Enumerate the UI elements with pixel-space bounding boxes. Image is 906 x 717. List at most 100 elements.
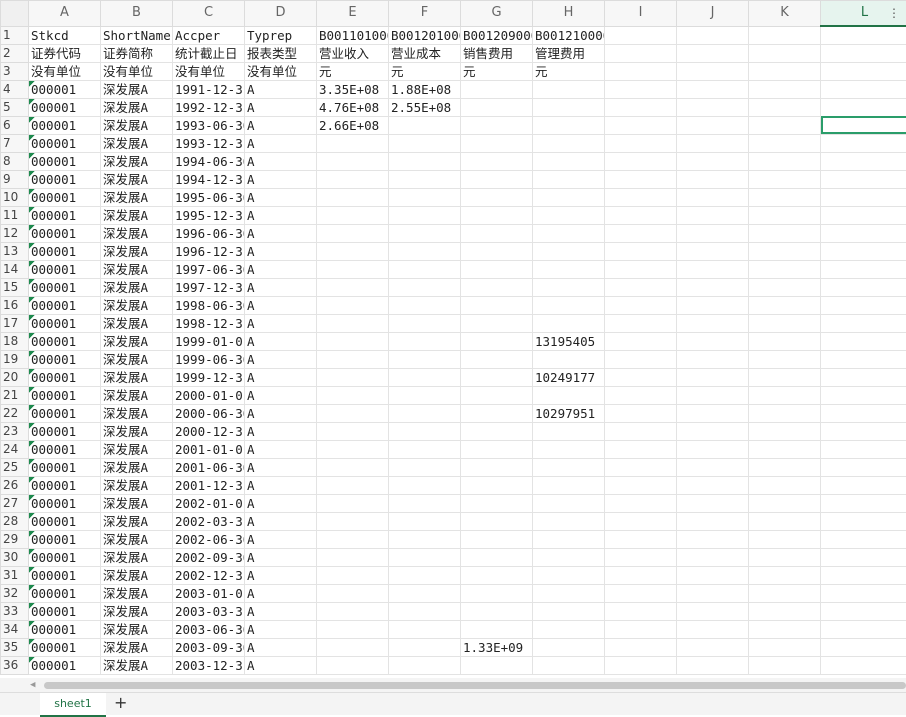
cell-f20[interactable]: [389, 368, 461, 386]
cell-j2[interactable]: [677, 44, 749, 62]
cell-j31[interactable]: [677, 566, 749, 584]
cell-f11[interactable]: [389, 206, 461, 224]
cell-l17[interactable]: [821, 314, 906, 332]
cell-i20[interactable]: [605, 368, 677, 386]
cell-h1[interactable]: B001210000: [533, 26, 605, 44]
cell-b15[interactable]: 深发展A: [101, 278, 173, 296]
cell-g13[interactable]: [461, 242, 533, 260]
cell-c12[interactable]: 1996-06-30: [173, 224, 245, 242]
cell-b12[interactable]: 深发展A: [101, 224, 173, 242]
cell-d10[interactable]: A: [245, 188, 317, 206]
cell-l28[interactable]: [821, 512, 906, 530]
cell-h19[interactable]: [533, 350, 605, 368]
cell-a15[interactable]: 000001: [29, 278, 101, 296]
cell-l29[interactable]: [821, 530, 906, 548]
cell-j5[interactable]: [677, 98, 749, 116]
cell-b16[interactable]: 深发展A: [101, 296, 173, 314]
cell-b27[interactable]: 深发展A: [101, 494, 173, 512]
cell-h10[interactable]: [533, 188, 605, 206]
cell-a20[interactable]: 000001: [29, 368, 101, 386]
cell-k24[interactable]: [749, 440, 821, 458]
cell-k16[interactable]: [749, 296, 821, 314]
cell-f12[interactable]: [389, 224, 461, 242]
cell-i9[interactable]: [605, 170, 677, 188]
cell-d18[interactable]: A: [245, 332, 317, 350]
cell-h5[interactable]: [533, 98, 605, 116]
cell-g6[interactable]: [461, 116, 533, 134]
cell-h7[interactable]: [533, 134, 605, 152]
cell-i35[interactable]: [605, 638, 677, 656]
cell-a14[interactable]: 000001: [29, 260, 101, 278]
cell-b24[interactable]: 深发展A: [101, 440, 173, 458]
cell-g30[interactable]: [461, 548, 533, 566]
row-header[interactable]: 5: [1, 98, 29, 116]
cell-d3[interactable]: 没有单位: [245, 62, 317, 80]
column-header-a[interactable]: A: [29, 1, 101, 27]
cell-k23[interactable]: [749, 422, 821, 440]
cell-l8[interactable]: [821, 152, 906, 170]
cell-h21[interactable]: [533, 386, 605, 404]
cell-g25[interactable]: [461, 458, 533, 476]
row-header[interactable]: 11: [1, 206, 29, 224]
cell-i33[interactable]: [605, 602, 677, 620]
cell-b4[interactable]: 深发展A: [101, 80, 173, 98]
cell-g32[interactable]: [461, 584, 533, 602]
cell-k10[interactable]: [749, 188, 821, 206]
cell-i30[interactable]: [605, 548, 677, 566]
cell-j19[interactable]: [677, 350, 749, 368]
cell-l33[interactable]: [821, 602, 906, 620]
cell-j15[interactable]: [677, 278, 749, 296]
cell-b34[interactable]: 深发展A: [101, 620, 173, 638]
cell-d9[interactable]: A: [245, 170, 317, 188]
row-header[interactable]: 29: [1, 530, 29, 548]
cell-h24[interactable]: [533, 440, 605, 458]
cell-d6[interactable]: A: [245, 116, 317, 134]
cell-c23[interactable]: 2000-12-31: [173, 422, 245, 440]
cell-k6[interactable]: [749, 116, 821, 134]
cell-i17[interactable]: [605, 314, 677, 332]
cell-a27[interactable]: 000001: [29, 494, 101, 512]
cell-j18[interactable]: [677, 332, 749, 350]
row-header[interactable]: 28: [1, 512, 29, 530]
cell-e24[interactable]: [317, 440, 389, 458]
cell-i6[interactable]: [605, 116, 677, 134]
cell-b18[interactable]: 深发展A: [101, 332, 173, 350]
cell-c18[interactable]: 1999-01-01: [173, 332, 245, 350]
cell-k32[interactable]: [749, 584, 821, 602]
cell-j1[interactable]: [677, 26, 749, 44]
cell-c3[interactable]: 没有单位: [173, 62, 245, 80]
row-header[interactable]: 27: [1, 494, 29, 512]
cell-g15[interactable]: [461, 278, 533, 296]
cell-e27[interactable]: [317, 494, 389, 512]
cell-i34[interactable]: [605, 620, 677, 638]
cell-e36[interactable]: [317, 656, 389, 674]
cell-h22[interactable]: 10297951: [533, 404, 605, 422]
row-header[interactable]: 25: [1, 458, 29, 476]
cell-d7[interactable]: A: [245, 134, 317, 152]
more-options-icon[interactable]: ⋮: [888, 1, 900, 25]
cell-l36[interactable]: [821, 656, 906, 674]
cell-h23[interactable]: [533, 422, 605, 440]
cell-a19[interactable]: 000001: [29, 350, 101, 368]
cell-c2[interactable]: 统计截止日: [173, 44, 245, 62]
cell-f5[interactable]: 2.55E+08: [389, 98, 461, 116]
cell-c10[interactable]: 1995-06-30: [173, 188, 245, 206]
row-header[interactable]: 9: [1, 170, 29, 188]
cell-h4[interactable]: [533, 80, 605, 98]
cell-h2[interactable]: 管理费用: [533, 44, 605, 62]
cell-l22[interactable]: [821, 404, 906, 422]
column-header-l[interactable]: L⋮: [821, 1, 906, 27]
scroll-left-arrow-icon[interactable]: ◀: [30, 680, 35, 690]
cell-f8[interactable]: [389, 152, 461, 170]
cell-h20[interactable]: 10249177: [533, 368, 605, 386]
cell-e11[interactable]: [317, 206, 389, 224]
cell-a5[interactable]: 000001: [29, 98, 101, 116]
cell-l20[interactable]: [821, 368, 906, 386]
cell-i3[interactable]: [605, 62, 677, 80]
cell-k11[interactable]: [749, 206, 821, 224]
cell-b30[interactable]: 深发展A: [101, 548, 173, 566]
row-header[interactable]: 10: [1, 188, 29, 206]
cell-j10[interactable]: [677, 188, 749, 206]
cell-a10[interactable]: 000001: [29, 188, 101, 206]
cell-i4[interactable]: [605, 80, 677, 98]
